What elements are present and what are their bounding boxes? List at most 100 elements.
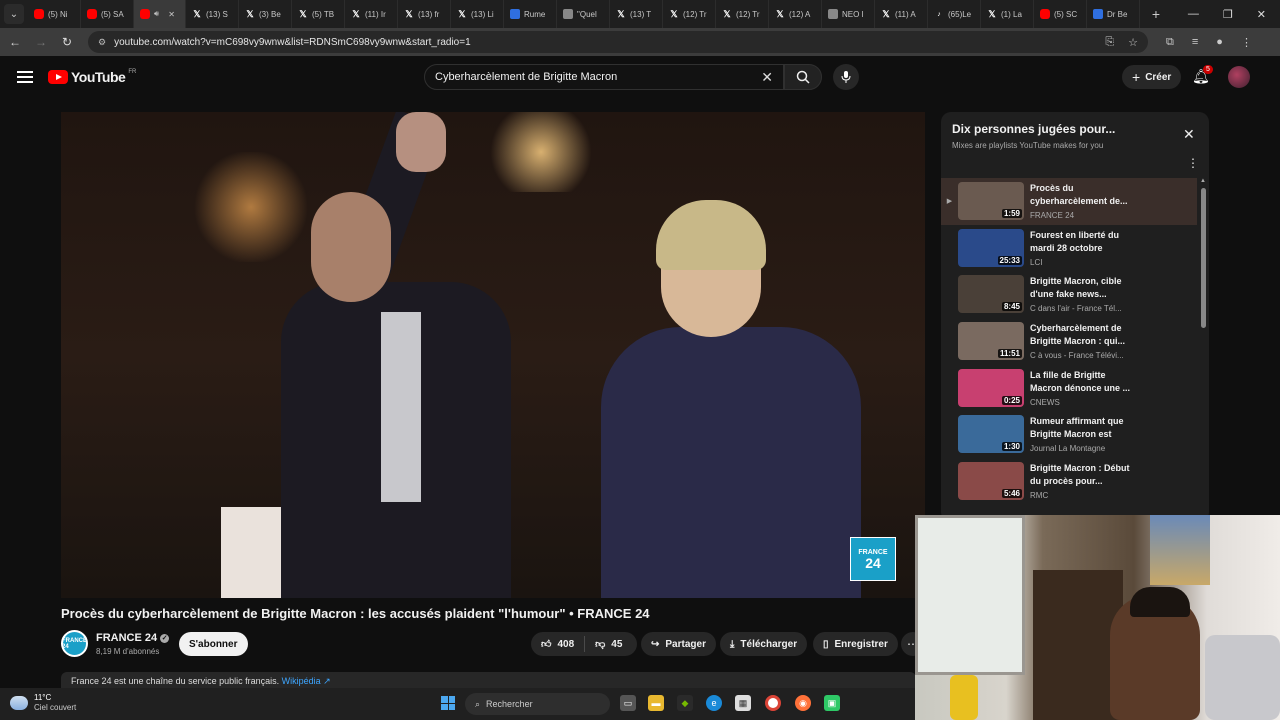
edge-icon[interactable]: e — [706, 695, 722, 711]
task-view-icon[interactable]: ▭ — [620, 695, 636, 711]
extensions-icon[interactable]: ⧉ — [1166, 36, 1174, 49]
voice-search-button[interactable] — [833, 64, 859, 90]
playlist-item[interactable]: 8:45 Brigitte Macron, cible d'une fake ne… — [941, 271, 1197, 318]
browser-tab[interactable]: 🔊︎ ✕ — [134, 0, 186, 28]
browser-tab[interactable]: 𝕏 (12) A — [769, 0, 822, 28]
webcam-person-hair — [1130, 587, 1190, 617]
playlist-scrollbar[interactable]: ▲ — [1200, 178, 1206, 518]
clear-search-icon[interactable]: ✕ — [761, 69, 773, 86]
playlist-item-text: Fourest en liberté du mardi 28 octobre LC… — [1030, 229, 1130, 267]
back-icon[interactable]: ← — [4, 35, 26, 49]
playlist-menu-icon[interactable]: ⋮ — [1187, 156, 1199, 170]
create-button[interactable]: + Créer — [1122, 65, 1182, 89]
install-app-icon[interactable]: ⎘ — [1105, 36, 1114, 49]
nvidia-icon[interactable]: ◆ — [677, 695, 693, 711]
user-avatar[interactable] — [1228, 66, 1250, 88]
browser-tab[interactable]: "Quel — [557, 0, 610, 28]
video-thumbnail[interactable]: 8:45 — [958, 275, 1024, 314]
audio-playing-icon[interactable]: 🔊︎ — [154, 9, 159, 19]
wikipedia-link[interactable]: Wikipédia ↗ — [282, 676, 331, 686]
youtube-header: YouTube FR Cyberharcèlement de Brigitte … — [0, 56, 1280, 98]
like-dislike-group: 👍︎ 408 👎︎ 45 — [531, 632, 637, 656]
browser-tab[interactable]: 𝕏 (12) Tr — [716, 0, 769, 28]
video-thumbnail[interactable]: 1:59 — [958, 182, 1024, 220]
video-thumbnail[interactable]: 5:46 — [958, 462, 1024, 501]
video-thumbnail[interactable]: 1:30 — [958, 415, 1024, 454]
weather-widget[interactable]: 11°C Ciel couvert — [10, 693, 76, 713]
channel-avatar[interactable]: FRANCE 24 — [61, 630, 88, 657]
site-info-icon[interactable]: ⚙ — [98, 37, 106, 48]
browser-tab[interactable]: Dr Be — [1087, 0, 1140, 28]
playlist-item[interactable]: 1:30 Rumeur affirmant que Brigitte Macron… — [941, 411, 1197, 458]
address-bar[interactable]: ⚙ youtube.com/watch?v=mC698vy9wnw&list=R… — [88, 31, 1148, 53]
dislike-button[interactable]: 👎︎ 45 — [585, 632, 632, 656]
tab-search-icon[interactable]: ⌄ — [4, 4, 24, 24]
x-favicon-icon: 𝕏 — [617, 8, 625, 19]
minimize-icon[interactable]: — — [1188, 8, 1199, 21]
search-input[interactable]: Cyberharcèlement de Brigitte Macron ✕ — [424, 64, 784, 90]
search-button[interactable] — [784, 64, 822, 90]
video-thumbnail[interactable]: 25:33 — [958, 228, 1024, 267]
store-icon[interactable]: ▦ — [735, 695, 751, 711]
video-thumbnail[interactable]: 11:51 — [958, 322, 1024, 361]
profile-icon[interactable]: ● — [1216, 36, 1223, 49]
like-button[interactable]: 👍︎ 408 — [531, 632, 584, 656]
playlist-channel-name: Journal La Montagne — [1030, 444, 1106, 454]
video-player[interactable]: FRANCE 24 — [61, 112, 925, 598]
tab-label: NEO I — [842, 9, 864, 19]
share-button[interactable]: ↪ Partager — [641, 632, 716, 656]
tab-label: Rume — [524, 9, 546, 19]
forward-icon[interactable]: → — [30, 35, 52, 49]
browser-tab[interactable]: (5) SA — [81, 0, 134, 28]
browser-tab[interactable]: 𝕏 (11) Ir — [345, 0, 398, 28]
browser-tab[interactable]: 𝕏 (12) Tr — [663, 0, 716, 28]
playlist-item[interactable]: 0:25 La fille de Brigitte Macron dénonce … — [941, 365, 1197, 412]
browser-tab[interactable]: 𝕏 (13) S — [186, 0, 239, 28]
playlist-item[interactable]: ▶ 1:59 Procès du cyberharcèlement de... FRA… — [941, 178, 1197, 225]
bookmark-star-icon[interactable]: ☆ — [1128, 36, 1138, 49]
playlist-item[interactable]: 11:51 Cyberharcèlement de Brigitte Macron… — [941, 318, 1197, 365]
close-playlist-icon[interactable]: ✕ — [1183, 126, 1195, 143]
playlist-channel-name: C à vous - France Télévi... — [1030, 351, 1124, 361]
browser-tab[interactable]: 𝕏 (1) La — [981, 0, 1034, 28]
new-tab-button[interactable]: + — [1146, 6, 1166, 22]
stage-light — [481, 112, 601, 192]
playlist-item[interactable]: 25:33 Fourest en liberté du mardi 28 octo… — [941, 225, 1197, 272]
firefox-icon[interactable]: ◉ — [795, 695, 811, 711]
channel-name[interactable]: FRANCE 24 ✓ — [96, 632, 170, 644]
scroll-up-icon[interactable]: ▲ — [1200, 178, 1206, 184]
video-thumbnail[interactable]: 0:25 — [958, 368, 1024, 407]
reading-list-icon[interactable]: ≡ — [1192, 36, 1198, 49]
menu-icon[interactable] — [17, 71, 33, 83]
browser-tab[interactable]: 𝕏 (13) Li — [451, 0, 504, 28]
browser-tab[interactable]: 𝕏 (13) fr — [398, 0, 451, 28]
reload-icon[interactable]: ↻ — [56, 35, 78, 49]
playlist-title[interactable]: Dix personnes jugées pour... — [952, 122, 1115, 136]
browser-tab[interactable]: 𝕏 (5) TB — [292, 0, 345, 28]
tab-label: (12) Tr — [736, 9, 760, 19]
tab-label: (11) A — [895, 9, 916, 19]
close-tab-icon[interactable]: ✕ — [168, 10, 175, 19]
chrome-icon[interactable] — [765, 695, 781, 711]
browser-tab[interactable]: NEO I — [822, 0, 875, 28]
download-button[interactable]: ⤓ Télécharger — [720, 632, 808, 656]
browser-tab[interactable]: ♪ (65)Le — [928, 0, 981, 28]
browser-tab[interactable]: (5) Ni — [28, 0, 81, 28]
file-explorer-icon[interactable]: ▬ — [648, 695, 664, 711]
browser-tab[interactable]: 𝕏 (13) T — [610, 0, 663, 28]
windows-start-icon[interactable] — [441, 696, 455, 710]
browser-tab[interactable]: 𝕏 (3) Be — [239, 0, 292, 28]
app-icon[interactable]: ▣ — [824, 695, 840, 711]
save-button[interactable]: ▯ Enregistrer — [813, 632, 898, 656]
browser-tab[interactable]: (5) SC — [1034, 0, 1087, 28]
close-window-icon[interactable]: ✕ — [1257, 8, 1266, 21]
browser-tab[interactable]: 𝕏 (11) A — [875, 0, 928, 28]
taskbar-search[interactable]: ⌕ Rechercher — [465, 693, 610, 715]
browser-menu-icon[interactable]: ⋮ — [1241, 36, 1252, 49]
maximize-icon[interactable]: ❐ — [1223, 8, 1233, 21]
scrollbar-thumb[interactable] — [1201, 188, 1206, 328]
youtube-logo[interactable]: YouTube FR — [48, 69, 136, 85]
subscribe-button[interactable]: S'abonner — [179, 632, 248, 656]
browser-tab[interactable]: Rume — [504, 0, 557, 28]
playlist-item[interactable]: 5:46 Brigitte Macron : Début du procès po… — [941, 458, 1197, 505]
